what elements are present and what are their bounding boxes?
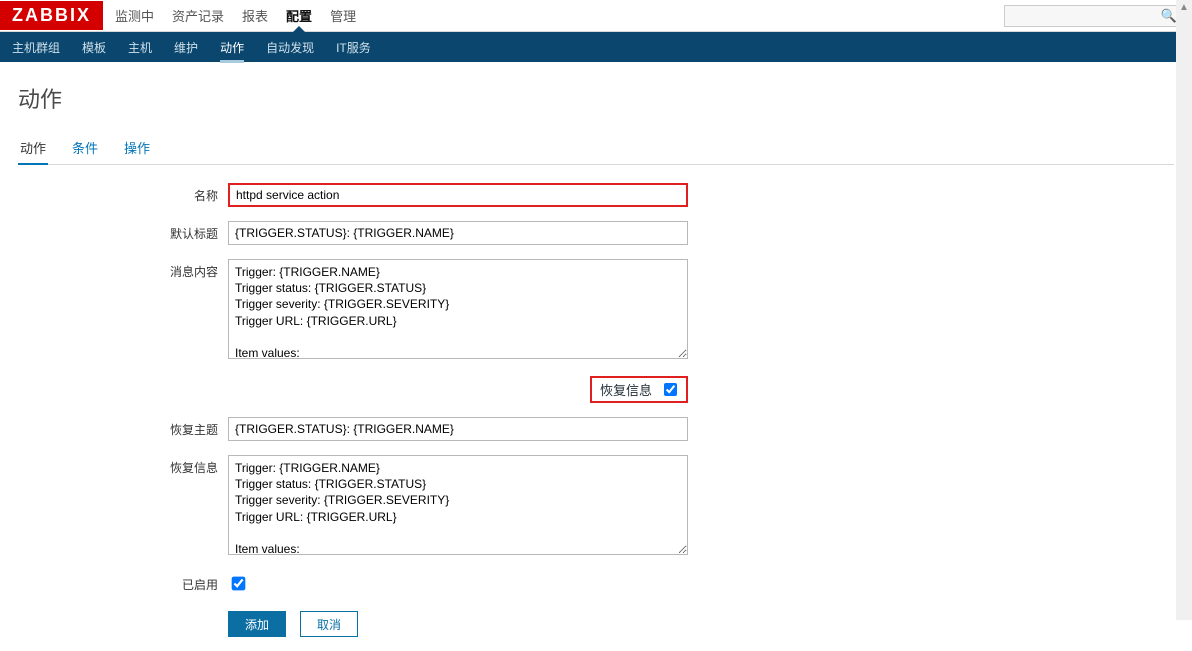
add-button[interactable]: 添加 <box>228 611 286 637</box>
subnav-discovery[interactable]: 自动发现 <box>266 32 314 63</box>
recovery-subject-input[interactable] <box>228 417 688 441</box>
form-buttons: 添加 取消 <box>228 611 688 637</box>
enabled-checkbox[interactable] <box>232 577 246 591</box>
page: 动作 动作 条件 操作 名称 默认标题 消息内容 恢复信息 恢复主题 恢复信息 <box>0 62 1192 651</box>
subnav-actions[interactable]: 动作 <box>220 32 244 63</box>
label-recovery-checkbox: 恢复信息 <box>600 380 652 399</box>
field-name <box>228 183 688 207</box>
subnav-itservices[interactable]: IT服务 <box>336 32 371 63</box>
field-default-subject <box>228 221 688 245</box>
subnav-templates[interactable]: 模板 <box>82 32 106 63</box>
default-message-textarea[interactable] <box>228 259 688 359</box>
page-title: 动作 <box>18 82 1174 114</box>
page-scrollbar[interactable]: ▲ <box>1176 0 1192 620</box>
topnav-administration[interactable]: 管理 <box>330 0 356 31</box>
cancel-button[interactable]: 取消 <box>300 611 358 637</box>
recovery-checkbox[interactable] <box>664 383 677 396</box>
topbar: ZABBIX 监测中 资产记录 报表 配置 管理 🔍 <box>0 0 1192 32</box>
field-default-message <box>228 259 688 362</box>
field-recovery-subject <box>228 417 688 441</box>
label-default-message: 消息内容 <box>18 259 228 280</box>
action-form: 名称 默认标题 消息内容 恢复信息 恢复主题 恢复信息 已启用 <box>18 183 1174 637</box>
tabs: 动作 条件 操作 <box>18 132 1174 165</box>
subnav-maintenance[interactable]: 维护 <box>174 32 198 63</box>
recovery-message-textarea[interactable] <box>228 455 688 555</box>
name-input[interactable] <box>228 183 688 207</box>
label-name: 名称 <box>18 183 228 204</box>
label-recovery-subject: 恢复主题 <box>18 417 228 438</box>
search-icon: 🔍 <box>1161 8 1177 24</box>
row-recovery-checkbox: 恢复信息 <box>18 376 688 403</box>
topnav-reports[interactable]: 报表 <box>242 0 268 31</box>
topnav-monitoring[interactable]: 监测中 <box>115 0 154 31</box>
label-recovery-message: 恢复信息 <box>18 455 228 476</box>
topnav: 监测中 资产记录 报表 配置 管理 <box>115 0 1004 31</box>
search-input[interactable]: 🔍 <box>1004 5 1184 27</box>
label-enabled: 已启用 <box>18 572 228 593</box>
tab-operations[interactable]: 操作 <box>122 132 152 164</box>
label-default-subject: 默认标题 <box>18 221 228 242</box>
brand-logo: ZABBIX <box>0 1 103 30</box>
subnav-hosts[interactable]: 主机 <box>128 32 152 63</box>
field-recovery-message <box>228 455 688 558</box>
topnav-inventory[interactable]: 资产记录 <box>172 0 224 31</box>
tab-conditions[interactable]: 条件 <box>70 132 100 164</box>
field-enabled <box>228 572 688 593</box>
scroll-up-icon: ▲ <box>1179 2 1189 13</box>
default-subject-input[interactable] <box>228 221 688 245</box>
topnav-configuration[interactable]: 配置 <box>286 0 312 31</box>
subnav: 主机群组 模板 主机 维护 动作 自动发现 IT服务 <box>0 32 1192 62</box>
subnav-hostgroups[interactable]: 主机群组 <box>12 32 60 63</box>
tab-action[interactable]: 动作 <box>18 132 48 165</box>
